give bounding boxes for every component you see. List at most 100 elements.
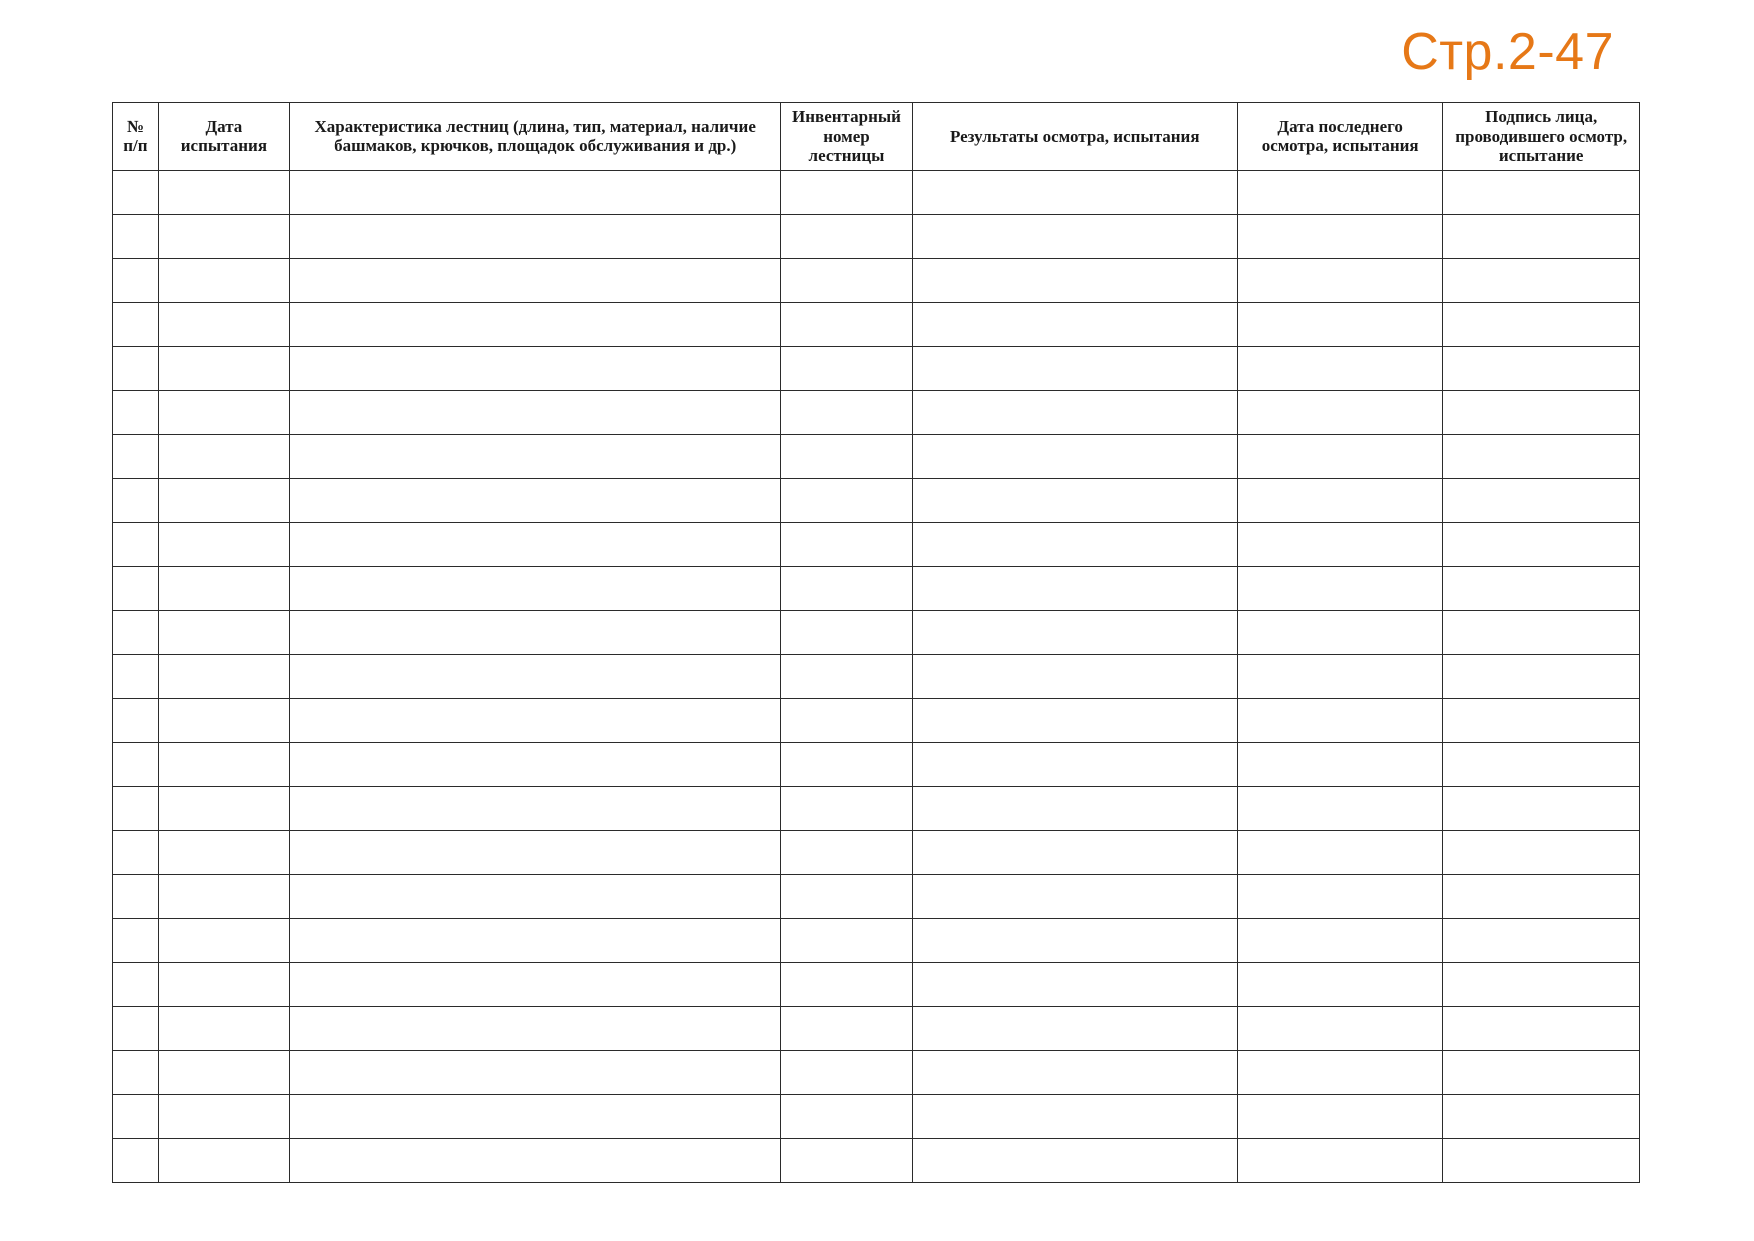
table-cell xyxy=(113,302,159,346)
table-cell xyxy=(113,170,159,214)
table-cell xyxy=(158,170,289,214)
table-cell xyxy=(289,918,781,962)
table-cell xyxy=(912,390,1237,434)
table-cell xyxy=(912,258,1237,302)
table-cell xyxy=(781,214,912,258)
table-cell xyxy=(912,742,1237,786)
table-cell xyxy=(1443,1094,1640,1138)
table-cell xyxy=(113,830,159,874)
ladder-inspection-table: № п/п Дата испытания Характеристика лест… xyxy=(112,102,1640,1183)
table-cell xyxy=(1443,654,1640,698)
table-cell xyxy=(289,786,781,830)
table-row xyxy=(113,390,1640,434)
table-cell xyxy=(1443,874,1640,918)
table-cell xyxy=(158,346,289,390)
table-cell xyxy=(1238,918,1443,962)
table-cell xyxy=(113,962,159,1006)
table-row xyxy=(113,918,1640,962)
table-cell xyxy=(912,566,1237,610)
table-cell xyxy=(912,654,1237,698)
table-cell xyxy=(113,434,159,478)
table-cell xyxy=(289,302,781,346)
table-cell xyxy=(781,654,912,698)
table-cell xyxy=(781,918,912,962)
table-cell xyxy=(1443,962,1640,1006)
table-row xyxy=(113,170,1640,214)
table-cell xyxy=(781,962,912,1006)
table-cell xyxy=(912,610,1237,654)
table-row xyxy=(113,522,1640,566)
table-cell xyxy=(289,434,781,478)
table-cell xyxy=(289,1050,781,1094)
table-cell xyxy=(912,830,1237,874)
table-row xyxy=(113,962,1640,1006)
table-row xyxy=(113,302,1640,346)
table-cell xyxy=(1238,566,1443,610)
table-cell xyxy=(912,434,1237,478)
table-cell xyxy=(1443,1006,1640,1050)
table-row xyxy=(113,434,1640,478)
table-cell xyxy=(1238,874,1443,918)
table-cell xyxy=(1443,478,1640,522)
col-header-number: № п/п xyxy=(113,103,159,171)
table-cell xyxy=(781,698,912,742)
table-cell xyxy=(289,478,781,522)
table-cell xyxy=(289,214,781,258)
table-cell xyxy=(289,610,781,654)
table-cell xyxy=(1443,170,1640,214)
table-cell xyxy=(113,742,159,786)
table-row xyxy=(113,654,1640,698)
table-cell xyxy=(912,962,1237,1006)
table-cell xyxy=(113,522,159,566)
table-cell xyxy=(289,390,781,434)
table-cell xyxy=(158,654,289,698)
table-cell xyxy=(158,302,289,346)
table-cell xyxy=(289,1094,781,1138)
table-cell xyxy=(113,214,159,258)
table-cell xyxy=(781,346,912,390)
table-cell xyxy=(1238,390,1443,434)
table-cell xyxy=(1238,258,1443,302)
table-cell xyxy=(158,434,289,478)
table-cell xyxy=(289,654,781,698)
table-cell xyxy=(1443,214,1640,258)
table-cell xyxy=(158,1138,289,1182)
table-cell xyxy=(781,1050,912,1094)
table-cell xyxy=(113,390,159,434)
table-cell xyxy=(158,1094,289,1138)
table-cell xyxy=(1443,698,1640,742)
table-cell xyxy=(113,566,159,610)
table-row xyxy=(113,610,1640,654)
table-cell xyxy=(1443,522,1640,566)
table-cell xyxy=(289,170,781,214)
table-row xyxy=(113,786,1640,830)
table-row xyxy=(113,742,1640,786)
table-cell xyxy=(113,1006,159,1050)
table-cell xyxy=(912,170,1237,214)
table-cell xyxy=(912,698,1237,742)
table-cell xyxy=(1238,654,1443,698)
table-cell xyxy=(158,258,289,302)
table-cell xyxy=(158,874,289,918)
table-cell xyxy=(781,742,912,786)
table-cell xyxy=(1238,434,1443,478)
table-cell xyxy=(158,610,289,654)
table-cell xyxy=(289,1006,781,1050)
table-cell xyxy=(113,478,159,522)
page-range-label: Стр.2-47 xyxy=(1401,22,1614,82)
table-cell xyxy=(1238,302,1443,346)
table-body xyxy=(113,170,1640,1182)
table-cell xyxy=(781,874,912,918)
table-cell xyxy=(158,1050,289,1094)
table-cell xyxy=(781,1138,912,1182)
table-cell xyxy=(1443,302,1640,346)
table-cell xyxy=(1443,566,1640,610)
table-cell xyxy=(1443,610,1640,654)
table-cell xyxy=(113,698,159,742)
table-cell xyxy=(113,786,159,830)
table-cell xyxy=(912,302,1237,346)
table-cell xyxy=(289,522,781,566)
table-cell xyxy=(781,566,912,610)
table-cell xyxy=(781,522,912,566)
table-row xyxy=(113,478,1640,522)
